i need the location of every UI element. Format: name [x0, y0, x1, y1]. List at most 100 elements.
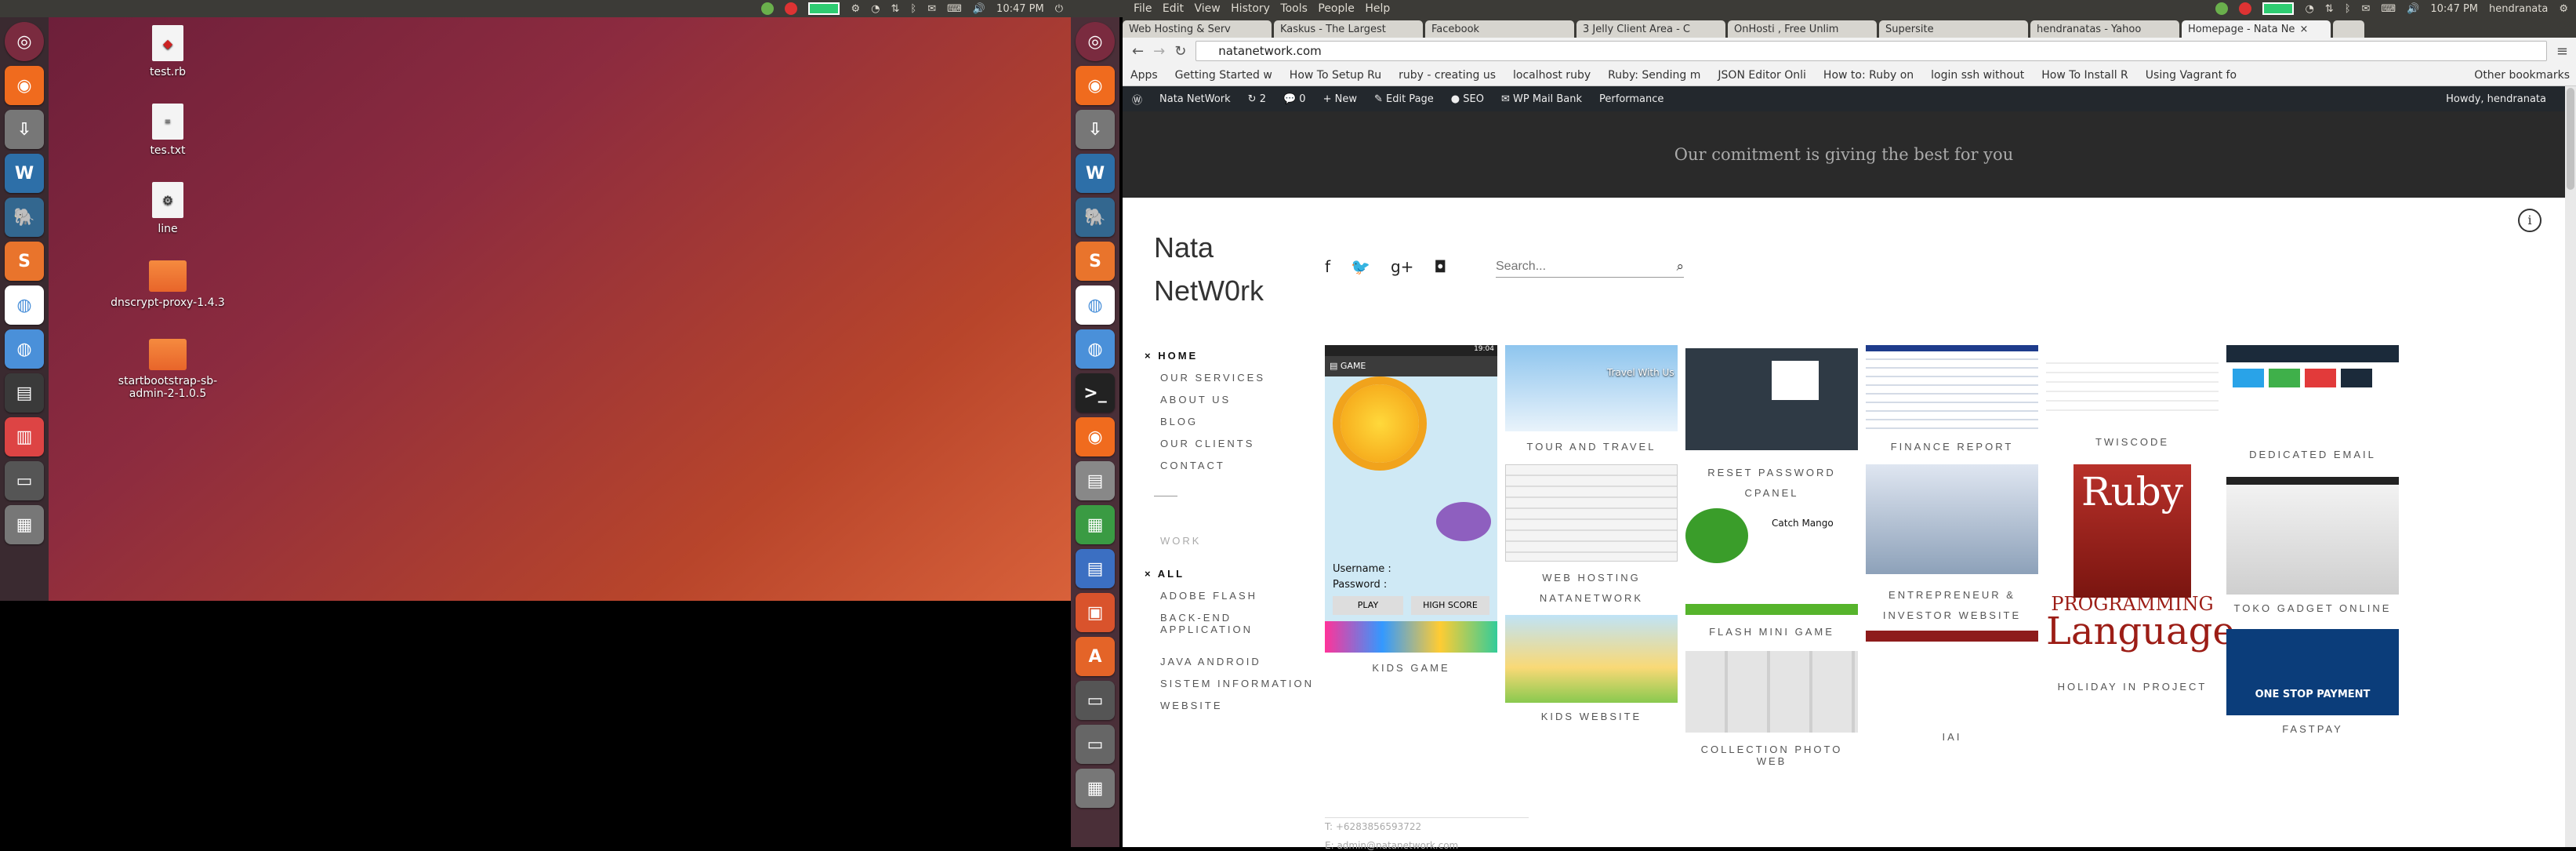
- wp-updates[interactable]: ↻ 2: [1248, 93, 1266, 105]
- nav-contact[interactable]: CONTACT: [1145, 460, 1265, 482]
- desktop-icon-tes-txt[interactable]: ≡ tes.txt: [105, 104, 230, 157]
- volume-icon[interactable]: 🔊: [973, 3, 985, 15]
- filter-all[interactable]: × ALL: [1145, 568, 1314, 590]
- document-icon[interactable]: ▤: [1076, 549, 1115, 588]
- menu-file[interactable]: File: [1134, 2, 1152, 15]
- filter-java-android[interactable]: JAVA ANDROID: [1145, 656, 1314, 678]
- presentation-icon[interactable]: ▣: [1076, 593, 1115, 632]
- new-tab-button[interactable]: [2333, 20, 2364, 38]
- desktop-icon-line[interactable]: ⚙ line: [105, 182, 230, 235]
- trash-icon[interactable]: ▦: [5, 505, 44, 544]
- browser-tab[interactable]: OnHosti , Free Unlim: [1728, 20, 1877, 38]
- filter-back-end[interactable]: BACK-END APPLICATION: [1145, 612, 1254, 656]
- chromium-icon[interactable]: ◍: [5, 329, 44, 369]
- postgres-icon[interactable]: 🐘: [5, 198, 44, 237]
- software-center-icon[interactable]: A: [1076, 637, 1115, 676]
- spreadsheet-icon[interactable]: ▦: [1076, 505, 1115, 544]
- menu-help[interactable]: Help: [1365, 2, 1390, 15]
- menu-edit[interactable]: Edit: [1163, 2, 1184, 15]
- keyboard-icon[interactable]: ⌨: [947, 3, 962, 15]
- desktop-icon-test-rb[interactable]: ◆ test.rb: [105, 25, 230, 78]
- wp-edit-page[interactable]: ✎ Edit Page: [1374, 93, 1434, 105]
- menu-view[interactable]: View: [1194, 2, 1220, 15]
- wordpress-icon[interactable]: Ⓦ: [1132, 92, 1142, 107]
- volume-icon[interactable]: 🔊: [2407, 3, 2419, 15]
- wp-seo[interactable]: ● SEO: [1451, 93, 1484, 105]
- drive-icon[interactable]: ▭: [1076, 681, 1115, 720]
- wp-performance[interactable]: Performance: [1599, 93, 1664, 105]
- monitor-icon[interactable]: W: [5, 154, 44, 193]
- battery-indicator-icon[interactable]: [808, 2, 840, 15]
- desktop-icon-startbootstrap[interactable]: startbootstrap-sb-admin-2-1.0.5: [105, 339, 230, 400]
- portfolio-entrepreneur[interactable]: [1866, 464, 2038, 574]
- site-logo[interactable]: Nata NetW0rk: [1154, 226, 1279, 312]
- portfolio-web-hosting[interactable]: [1505, 464, 1678, 562]
- portfolio-iai[interactable]: [1866, 631, 2038, 722]
- scroll-thumb[interactable]: [2567, 88, 2574, 190]
- clock[interactable]: 10:47 PM: [996, 3, 1044, 15]
- browser-tab[interactable]: Kaskus - The Largest: [1274, 20, 1423, 38]
- portfolio-fastpay[interactable]: ONE STOP PAYMENT: [2226, 629, 2399, 715]
- menu-people[interactable]: People: [1318, 2, 1355, 15]
- menu-icon[interactable]: ≡: [2556, 43, 2576, 60]
- nav-services[interactable]: OUR SERVICES: [1145, 372, 1265, 394]
- browser-tab[interactable]: hendranatas - Yahoo: [2030, 20, 2179, 38]
- bookmark-item[interactable]: Getting Started w: [1175, 69, 1272, 82]
- search-icon[interactable]: ⌕: [1676, 259, 1684, 275]
- user-name[interactable]: hendranata: [2489, 3, 2548, 15]
- google-plus-icon[interactable]: g+: [1391, 257, 1413, 276]
- bluetooth-icon[interactable]: ᛒ: [2345, 3, 2351, 15]
- filter-website[interactable]: WEBSITE: [1145, 700, 1314, 722]
- menu-tools[interactable]: Tools: [1280, 2, 1308, 15]
- stop-icon[interactable]: [2239, 2, 2252, 15]
- twitter-icon[interactable]: 🐦: [1351, 257, 1370, 276]
- bookmark-item[interactable]: How To Install R: [2041, 69, 2128, 82]
- software-icon[interactable]: ▥: [5, 417, 44, 456]
- files-icon[interactable]: ▤: [1076, 461, 1115, 500]
- nav-clients[interactable]: OUR CLIENTS: [1145, 438, 1265, 460]
- instagram-icon[interactable]: ◘: [1434, 257, 1446, 276]
- forward-icon[interactable]: →: [1153, 43, 1165, 60]
- portfolio-finance-report[interactable]: [1866, 345, 2038, 430]
- portfolio-kids-game[interactable]: 19:04 ▤ GAME Username : Password : PLAY …: [1325, 345, 1497, 653]
- back-icon[interactable]: ←: [1132, 43, 1144, 60]
- menu-history[interactable]: History: [1231, 2, 1270, 15]
- terminal-icon[interactable]: >_: [1076, 373, 1115, 413]
- portfolio-holiday-project[interactable]: Ruby PROGRAMMING Language: [2046, 464, 2235, 650]
- bookmark-item[interactable]: Ruby: Sending m: [1608, 69, 1700, 82]
- portfolio-twiscode[interactable]: [2046, 355, 2219, 414]
- update-icon[interactable]: [761, 2, 775, 15]
- sublime-icon[interactable]: S: [5, 242, 44, 281]
- bookmark-item[interactable]: JSON Editor Onli: [1718, 69, 1806, 82]
- filter-adobe-flash[interactable]: ADOBE FLASH: [1145, 590, 1314, 612]
- address-bar[interactable]: natanetwork.com: [1195, 41, 2547, 61]
- portfolio-toko-gadget[interactable]: [2226, 477, 2399, 595]
- nav-blog[interactable]: BLOG: [1145, 416, 1265, 438]
- firefox-icon[interactable]: ◉: [1076, 66, 1115, 105]
- screenshot-icon[interactable]: ▤: [5, 373, 44, 413]
- stop-icon[interactable]: [785, 2, 798, 15]
- clock[interactable]: 10:47 PM: [2430, 3, 2478, 15]
- nav-about[interactable]: ABOUT US: [1145, 394, 1265, 416]
- bluetooth-icon[interactable]: ᛒ: [910, 3, 916, 15]
- power-icon[interactable]: ⏻: [1055, 3, 1063, 15]
- installer-icon[interactable]: ⇩: [1076, 110, 1115, 149]
- network-icon[interactable]: ⇅: [891, 3, 899, 15]
- trash-icon[interactable]: ▦: [1076, 769, 1115, 808]
- installer-icon[interactable]: ⇩: [5, 110, 44, 149]
- bookmark-item[interactable]: login ssh without: [1931, 69, 2024, 82]
- bookmark-item[interactable]: ruby - creating us: [1399, 69, 1496, 82]
- mail-icon[interactable]: ✉: [2362, 3, 2371, 15]
- wp-site-name[interactable]: Nata NetWork: [1159, 93, 1231, 105]
- contact-email[interactable]: E: admin@natanetwork.com: [1325, 840, 1529, 851]
- portfolio-collection-photo[interactable]: [1685, 651, 1858, 733]
- portfolio-flash-mini-game[interactable]: Catch Mango: [1685, 508, 1858, 615]
- chrome-icon[interactable]: ◍: [5, 285, 44, 325]
- gear-icon[interactable]: ⚙: [851, 3, 860, 15]
- browser-tab-active[interactable]: Homepage - Nata Ne ×: [2182, 20, 2331, 38]
- monitor-icon[interactable]: W: [1076, 154, 1115, 193]
- other-bookmarks[interactable]: Other bookmarks: [2474, 69, 2570, 82]
- dash-icon[interactable]: ◎: [5, 22, 44, 61]
- browser-tab[interactable]: 3 Jelly Client Area - C: [1576, 20, 1725, 38]
- chromium-icon[interactable]: ◍: [1076, 329, 1115, 369]
